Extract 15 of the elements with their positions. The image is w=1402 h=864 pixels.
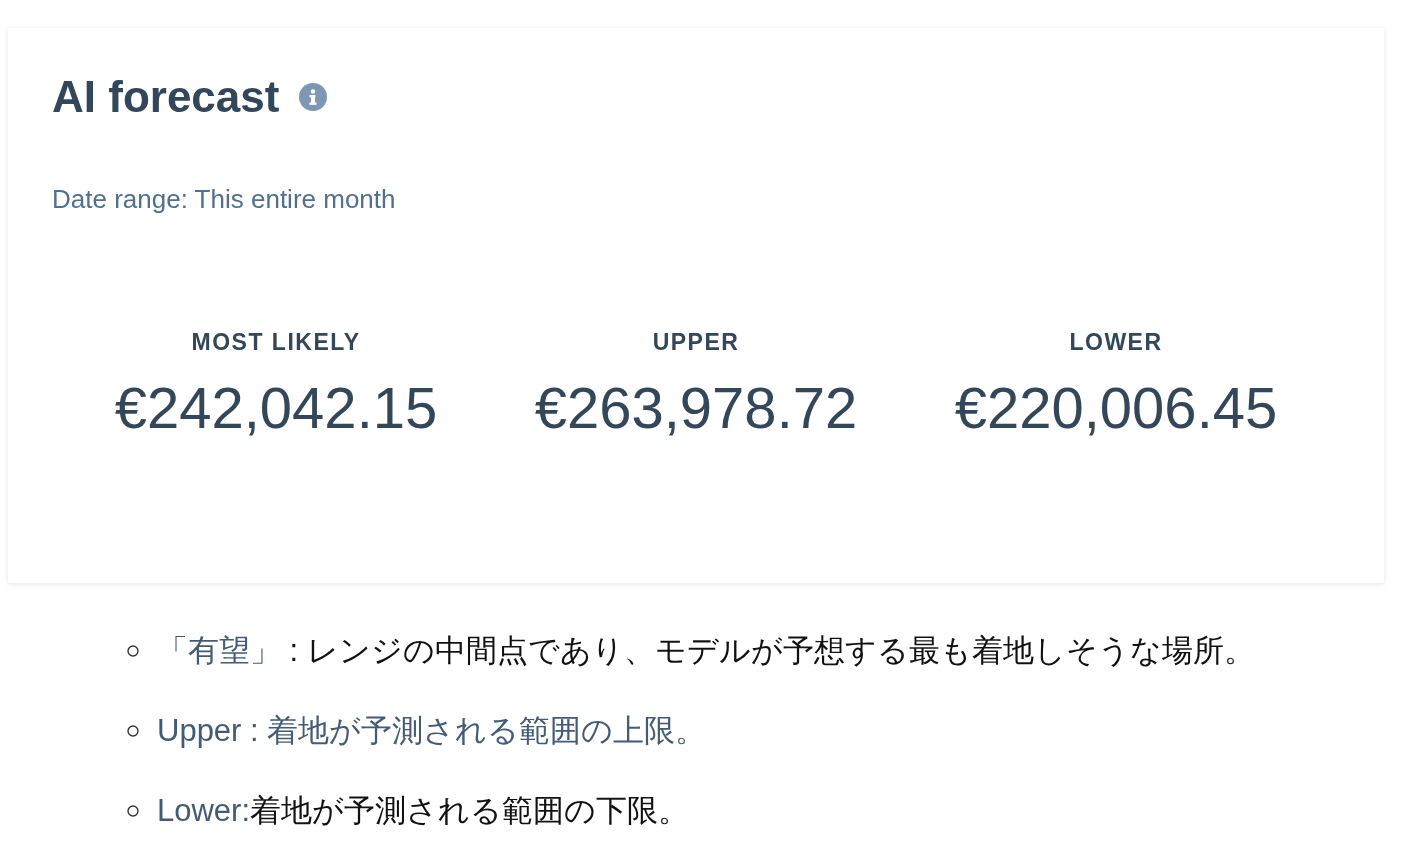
note-text: 「有望」 : レンジの中間点であり、モデルが予想する最も着地しそうな場所。 xyxy=(157,632,1255,670)
stat-label: LOWER xyxy=(1069,329,1163,357)
card-title: AI forecast xyxy=(52,75,280,119)
stat-value: €242,042.15 xyxy=(114,373,438,442)
stat-label: MOST LIKELY xyxy=(191,329,361,357)
bullet-icon xyxy=(127,645,139,657)
date-range-text: Date range: This entire month xyxy=(52,184,396,216)
note-text: Upper : 着地が予測される範囲の上限。 xyxy=(157,712,707,750)
note-text: Lower:着地が予測される範囲の下限。 xyxy=(157,792,690,830)
stat-value: €220,006.45 xyxy=(954,373,1278,442)
info-icon[interactable] xyxy=(299,83,328,111)
stat-label: UPPER xyxy=(652,329,740,357)
bullet-icon xyxy=(127,725,139,737)
bullet-icon xyxy=(127,805,139,817)
stat-value: €263,978.72 xyxy=(534,373,858,442)
